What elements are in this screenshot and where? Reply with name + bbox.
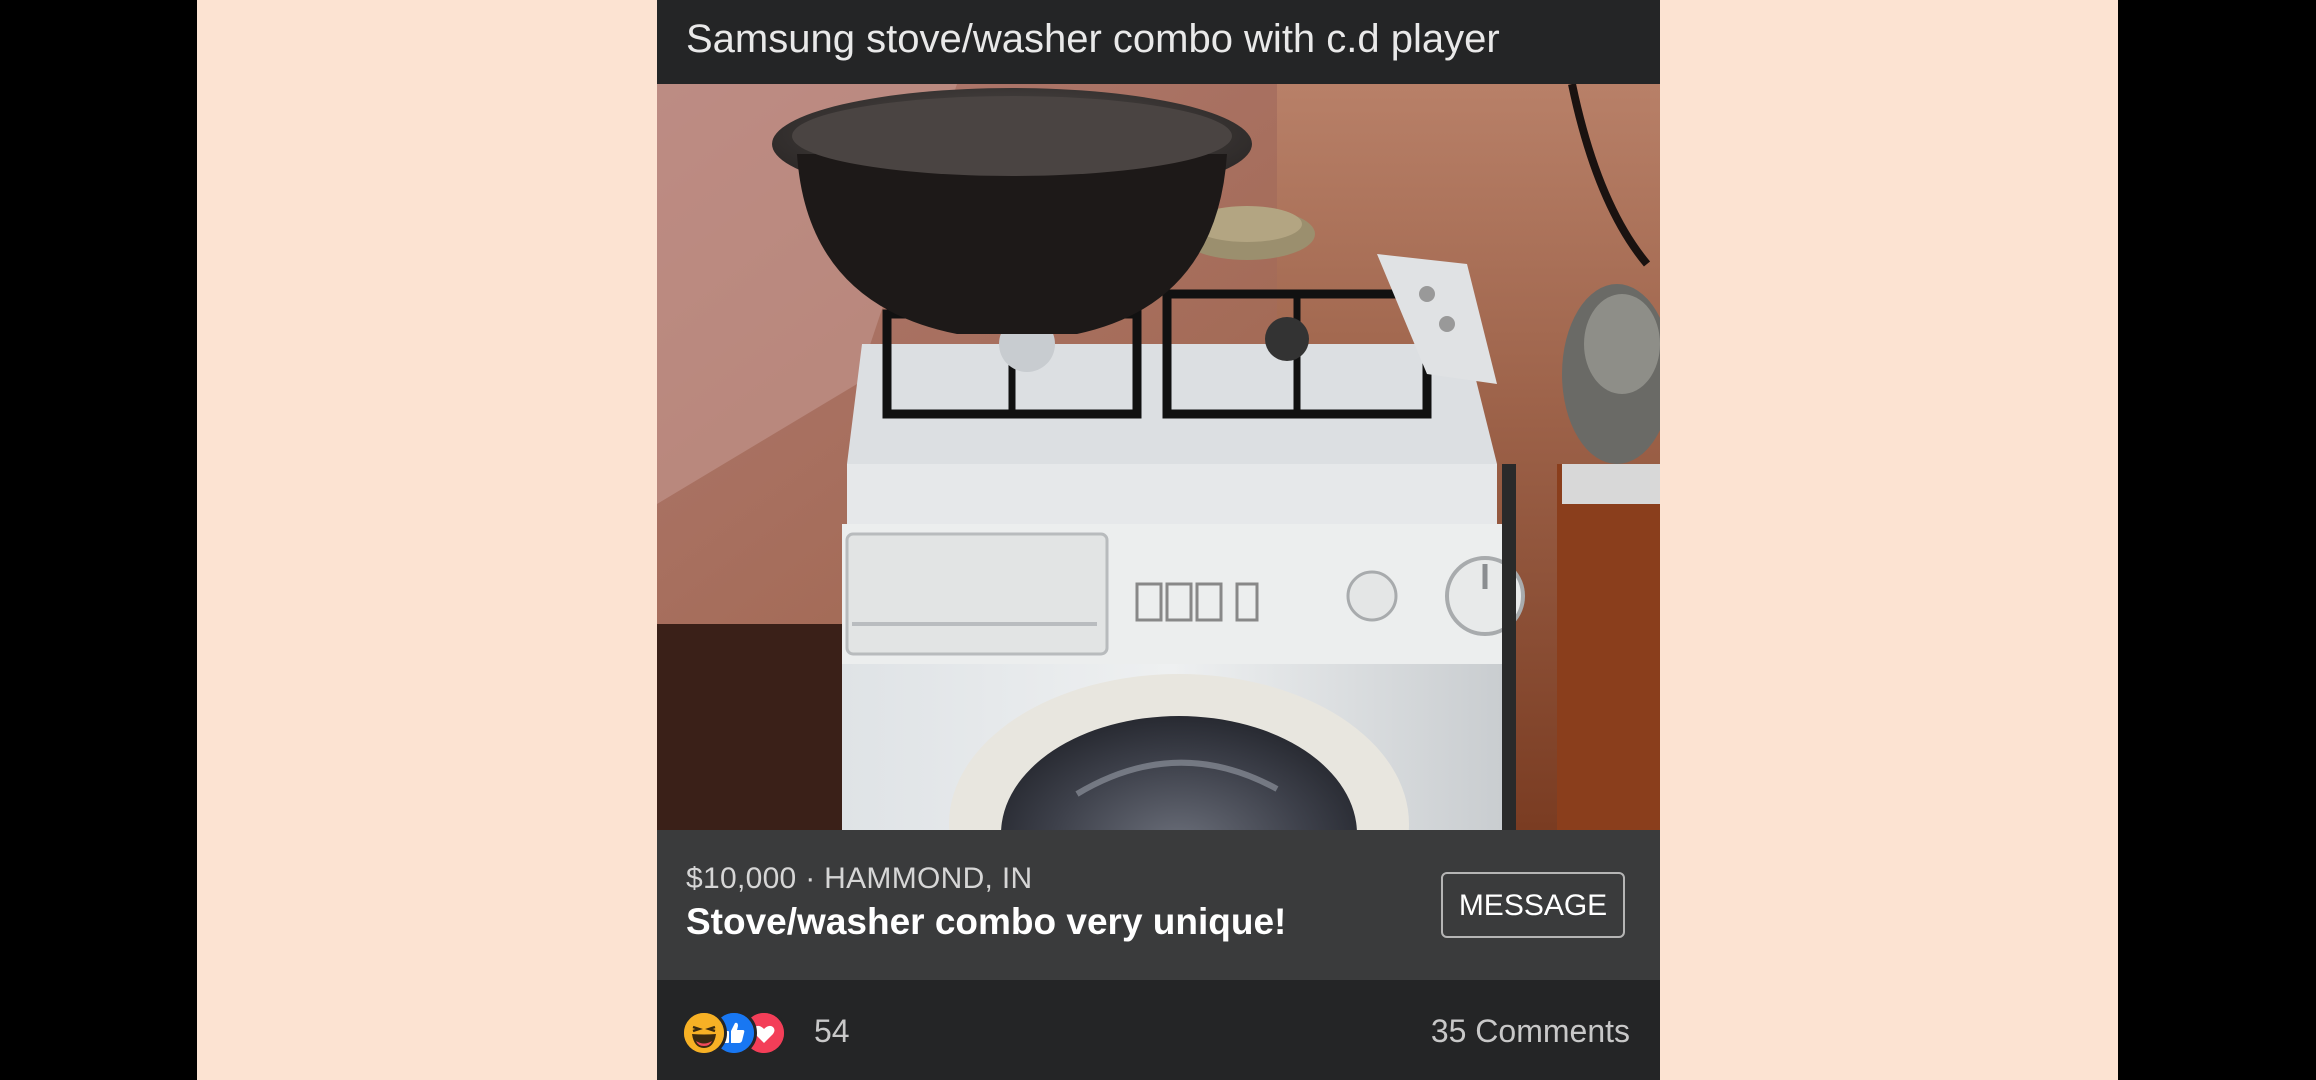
message-button[interactable]: MESSAGE [1441,872,1625,938]
listing-price: $10,000 [686,862,797,895]
listing-photo[interactable] [657,84,1660,830]
reaction-icons[interactable] [681,1010,787,1056]
meta-separator: · [805,862,816,895]
reactions-bar: 54 35 Comments [657,980,1660,1080]
listing-info-bar[interactable]: $10,000 · HAMMOND, IN Stove/washer combo… [657,830,1660,980]
reaction-count[interactable]: 54 [814,1010,850,1052]
listing-price-location: $10,000 · HAMMOND, IN [686,862,1032,896]
comments-link[interactable]: 35 Comments [1431,1010,1630,1052]
post-title: Samsung stove/washer combo with c.d play… [657,2,1660,84]
haha-icon [681,1010,727,1056]
page-background: Samsung stove/washer combo with c.d play… [197,0,2118,1080]
listing-location: HAMMOND, IN [824,862,1033,895]
stove-washer-photo [657,84,1660,830]
listing-headline: Stove/washer combo very unique! [686,901,1287,942]
marketplace-post-card: Samsung stove/washer combo with c.d play… [657,0,1660,1080]
